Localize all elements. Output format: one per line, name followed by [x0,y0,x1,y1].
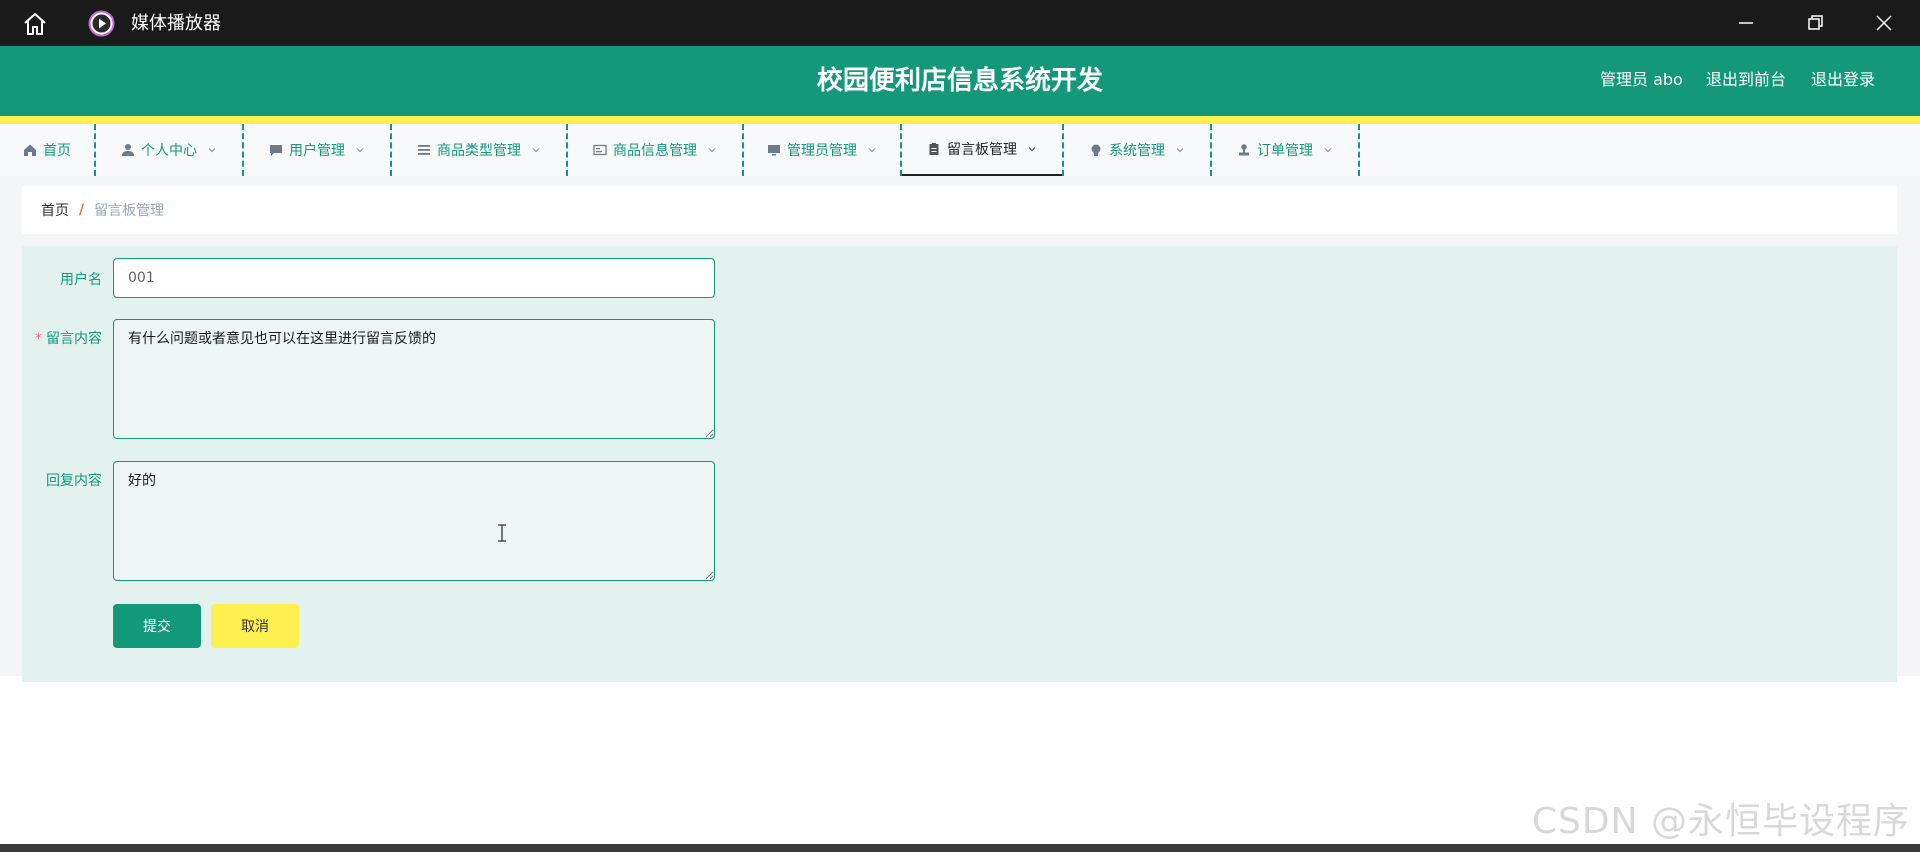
message-content-textarea[interactable]: 有什么问题或者意见也可以在这里进行留言反馈的 [113,319,715,439]
minimize-icon[interactable] [1736,13,1756,33]
chevron-down-icon [708,148,716,153]
text-cursor-icon [498,524,506,542]
username-input[interactable] [113,258,715,298]
cancel-button[interactable]: 取消 [211,604,299,648]
chevron-down-icon [868,148,876,153]
monitor-icon [768,145,780,156]
breadcrumb-separator: / [79,202,85,218]
nav-item-admin-management[interactable]: 管理员管理 [744,124,900,176]
bulb-icon [1091,144,1101,156]
watermark: CSDN @永恒毕设程序 [1531,801,1910,842]
reply-content-textarea[interactable]: 好的 [113,461,715,581]
nav-label: 留言板管理 [947,142,1017,158]
nav-label: 系统管理 [1109,143,1165,159]
nav-item-home[interactable]: 首页 [0,124,94,176]
clipboard-icon [929,143,939,155]
nav-label: 用户管理 [289,143,345,159]
breadcrumb-home[interactable]: 首页 [41,200,69,220]
header-accent-strip [0,116,1920,124]
exit-to-frontend-link[interactable]: 退出到前台 [1706,69,1786,91]
reply-content-label: 回复内容 [46,473,102,489]
nav-label: 订单管理 [1257,143,1313,159]
nav-label: 个人中心 [141,143,197,159]
chevron-down-icon [208,148,216,153]
restore-icon[interactable] [1805,13,1825,33]
username-label: 用户名 [60,272,102,288]
top-nav: 首页 个人中心 用户管理 商品类型管理 商品信息管理 管理员管理 留言板管理 系… [0,124,1920,176]
nav-item-system-management[interactable]: 系统管理 [1064,124,1210,176]
window-titlebar: 媒体播放器 [0,0,1920,46]
app-header: 校园便利店信息系统开发 管理员 abo 退出到前台 退出登录 [0,46,1920,116]
nav-item-user-management[interactable]: 用户管理 [244,124,390,176]
chat-icon [270,145,282,156]
nav-divider [1358,124,1360,176]
list-icon [418,145,430,155]
nav-label: 管理员管理 [787,143,857,159]
nav-item-personal-center[interactable]: 个人中心 [96,124,242,176]
nav-item-product-type-management[interactable]: 商品类型管理 [392,124,566,176]
logout-link[interactable]: 退出登录 [1811,69,1875,91]
user-icon [122,144,134,156]
nav-label: 首页 [43,143,71,159]
breadcrumb-current: 留言板管理 [94,203,165,219]
admin-label: 管理员 abo [1600,70,1683,89]
nav-item-message-board-management[interactable]: 留言板管理 [902,124,1062,176]
home-icon[interactable] [22,11,48,37]
chevron-down-icon [1176,148,1184,153]
home-icon [24,144,36,156]
message-content-label: * 留言内容 [35,331,102,347]
nav-item-product-info-management[interactable]: 商品信息管理 [568,124,742,176]
required-mark: * [35,331,42,347]
bottom-edge [0,844,1920,852]
media-player-icon [88,10,115,37]
nav-label: 商品信息管理 [613,143,697,159]
close-icon[interactable] [1874,13,1894,33]
chevron-down-icon [532,148,540,153]
chevron-down-icon [356,148,364,153]
submit-button[interactable]: 提交 [113,604,201,648]
nav-item-order-management[interactable]: 订单管理 [1212,124,1358,176]
chevron-down-icon [1028,147,1036,152]
stamp-icon [1239,144,1249,156]
nav-label: 商品类型管理 [437,143,521,159]
chevron-down-icon [1324,148,1332,153]
card-icon [593,144,607,156]
window-title: 媒体播放器 [131,13,221,34]
breadcrumb: 首页 / 留言板管理 [22,186,1897,234]
message-edit-form: 用户名 *留言内容 有什么问题或者意见也可以在这里进行留言反馈的 回复内容 好的… [22,246,1897,682]
